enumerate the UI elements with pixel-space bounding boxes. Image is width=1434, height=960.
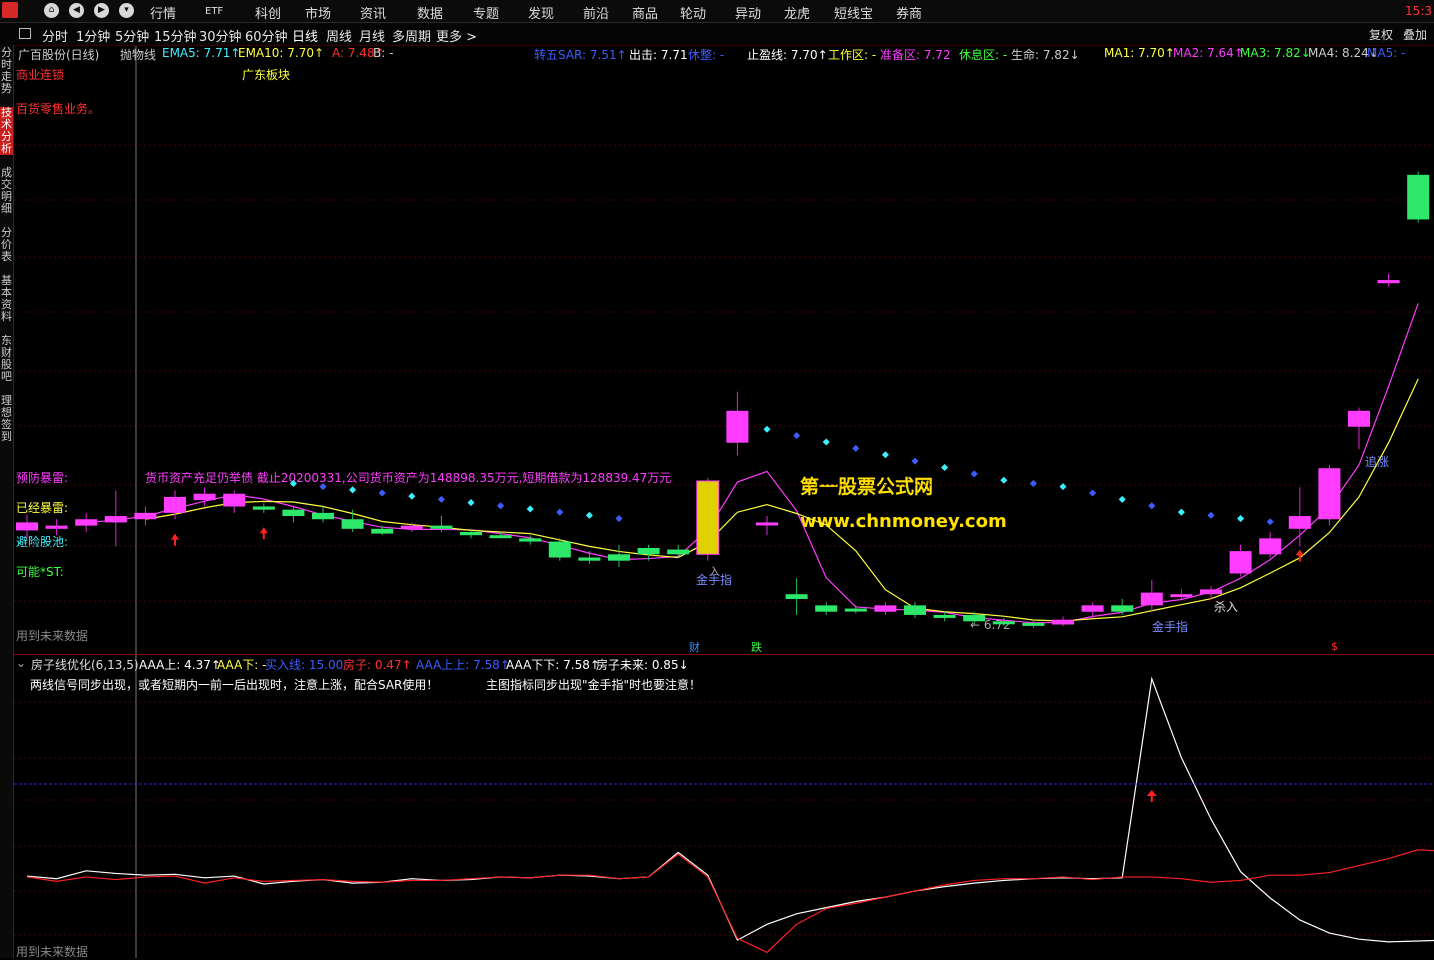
sub-legend-item-1: AAA下: - — [217, 658, 267, 672]
sar-dot-18 — [556, 508, 564, 516]
candle-body-15 — [460, 532, 482, 536]
sar-dot-10 — [319, 483, 327, 491]
candle-body-1 — [45, 525, 68, 529]
candle-body-47 — [1407, 174, 1430, 220]
candle-body-7 — [223, 493, 246, 507]
sar-dot-40 — [1207, 511, 1215, 519]
sub-legend-item-2: 买入线: 15.00 — [265, 658, 344, 672]
candle-body-6 — [193, 493, 216, 501]
candle-body-10 — [312, 512, 334, 520]
sub-red-line — [26, 849, 1434, 954]
sar-dot-33 — [1000, 476, 1008, 484]
candle-body-2 — [75, 519, 98, 526]
sar-dot-36 — [1089, 489, 1097, 497]
candle-body-39 — [1170, 594, 1193, 598]
sar-dot-26 — [793, 432, 801, 440]
sar-dot-31 — [941, 463, 949, 472]
sar-dot-16 — [497, 502, 505, 510]
sar-dot-25 — [763, 425, 771, 433]
candle-body-17 — [519, 538, 542, 542]
sub-legend-item-3: 房子: 0.47↑ — [343, 658, 412, 672]
main-chart-canvas — [14, 46, 1434, 958]
candle-body-14 — [430, 525, 453, 529]
candle-body-26 — [785, 594, 808, 599]
buy-arrow-0 — [171, 533, 179, 546]
buy-arrow-1 — [259, 527, 268, 540]
candle-body-0 — [16, 522, 38, 531]
sar-dot-34 — [1029, 479, 1037, 487]
sar-dot-39 — [1177, 508, 1185, 516]
candle-body-41 — [1229, 551, 1252, 574]
candle-body-18 — [548, 541, 571, 558]
candle-body-42 — [1259, 538, 1282, 555]
sar-dot-30 — [911, 457, 919, 465]
sub-legend-item-6: 房子未来: 0.85↓ — [596, 658, 689, 672]
candle-body-35 — [1052, 619, 1074, 625]
sar-dot-20 — [615, 515, 623, 523]
candle-body-22 — [667, 549, 690, 555]
candle-body-13 — [400, 525, 423, 529]
sar-dot-38 — [1148, 502, 1156, 510]
candle-body-12 — [371, 528, 394, 534]
sub-legend-item-4: AAA上上: 7.58↑ — [416, 658, 510, 672]
pane-divider — [14, 654, 1434, 655]
ma-line-magenta — [86, 303, 1419, 624]
sar-dot-17 — [526, 505, 534, 513]
candle-body-34 — [1022, 622, 1045, 626]
candle-body-25 — [756, 522, 778, 526]
sar-dot-19 — [585, 511, 593, 519]
sub-note-1: 两线信号同步出现，或者短期内一前一后出现时，注意上涨，配合SAR使用！ — [30, 678, 439, 692]
sar-dot-12 — [378, 489, 386, 497]
candle-body-33 — [992, 621, 1015, 625]
sar-dot-11 — [349, 486, 357, 494]
candle-body-27 — [815, 605, 838, 612]
candle-body-32 — [963, 614, 986, 622]
candle-body-36 — [1081, 605, 1104, 612]
candle-body-30 — [904, 605, 926, 615]
candle-body-28 — [844, 608, 867, 612]
sub-note-2: 主图指标同步出现"金手指"时也要注意！ — [486, 678, 702, 692]
candle-body-38 — [1140, 592, 1163, 606]
sar-dot-28 — [852, 444, 860, 452]
candle-body-45 — [1348, 410, 1370, 427]
sar-dot-37 — [1118, 495, 1126, 503]
sar-dot-35 — [1059, 483, 1067, 491]
candle-body-3 — [104, 516, 127, 523]
candle-body-19 — [578, 557, 601, 561]
candle-body-44 — [1318, 468, 1341, 520]
sar-dot-9 — [289, 479, 297, 487]
sub-legend-item-5: AAA下下: 7.58↑ — [506, 658, 600, 672]
candle-body-37 — [1111, 605, 1134, 612]
candle-body-4 — [134, 512, 157, 520]
candle-body-16 — [489, 535, 512, 539]
candle-body-40 — [1200, 589, 1222, 595]
golden-candle — [696, 480, 720, 555]
sar-dot-27 — [822, 438, 830, 446]
sar-dot-29 — [881, 451, 889, 459]
candle-body-31 — [933, 614, 956, 618]
candle-body-8 — [252, 506, 275, 510]
sar-dot-42 — [1266, 518, 1274, 526]
candle-body-43 — [1288, 516, 1311, 529]
candle-body-11 — [341, 519, 364, 529]
sub-white-line — [26, 676, 1434, 943]
sar-dot-32 — [970, 470, 978, 478]
sar-dot-41 — [1237, 515, 1245, 523]
candle-body-20 — [608, 554, 630, 561]
candle-body-5 — [164, 496, 186, 513]
candle-body-21 — [637, 547, 660, 555]
candle-body-9 — [282, 509, 305, 517]
sar-dot-14 — [437, 495, 445, 503]
sub-legend-item-0: AAA上: 4.37↑ — [139, 658, 221, 672]
candle-body-29 — [874, 605, 897, 612]
collapse-icon[interactable]: ⌄ — [16, 656, 26, 670]
sar-dot-13 — [408, 492, 416, 500]
candle-body-46 — [1377, 280, 1400, 284]
candle-body-24 — [726, 410, 749, 443]
sub-indicator-name[interactable]: 房子线优化(6,13,5) — [31, 656, 139, 673]
sar-dot-15 — [467, 499, 475, 507]
sub-future-note: 用到未来数据 — [16, 945, 89, 959]
